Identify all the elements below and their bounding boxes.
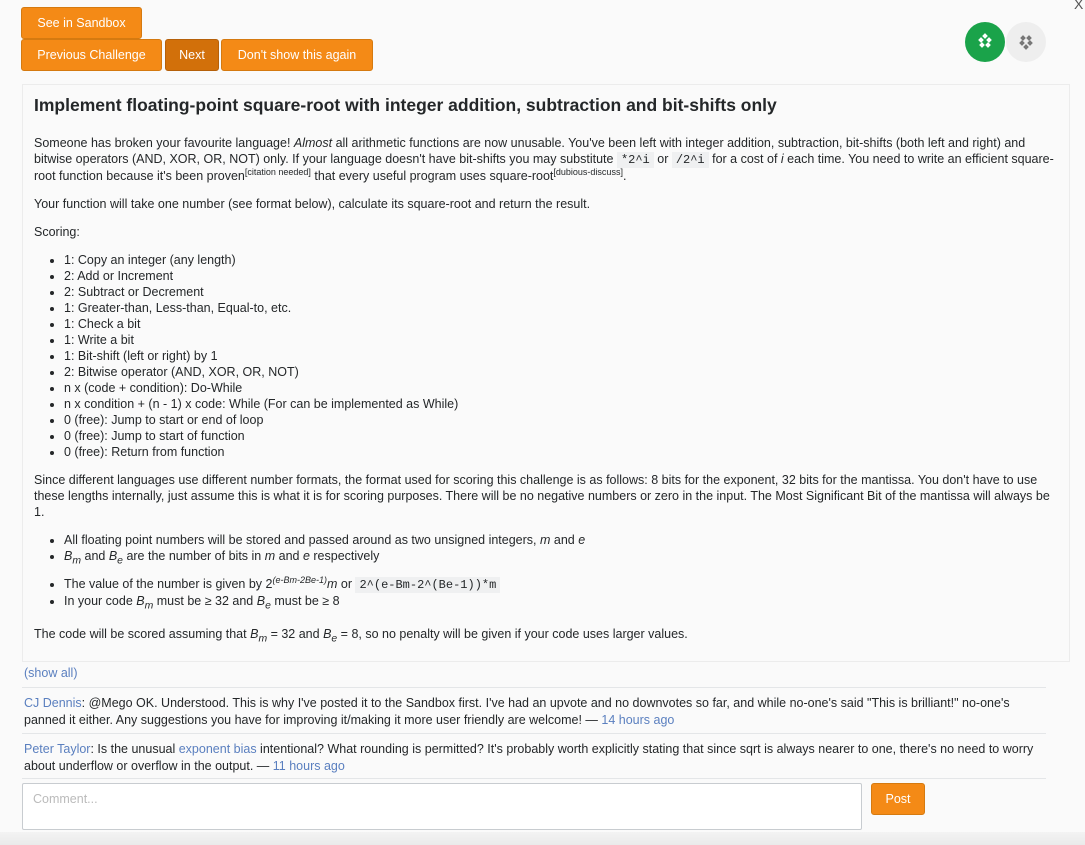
list-item: 1: Copy an integer (any length) [64, 252, 1058, 268]
list-item: 1: Bit-shift (left or right) by 1 [64, 348, 1058, 364]
comment: CJ Dennis: @Mego OK. Understood. This is… [24, 696, 1010, 727]
list-item: 2: Subtract or Decrement [64, 284, 1058, 300]
downvote-icon [1019, 35, 1033, 50]
citation-needed: [citation needed] [244, 166, 311, 177]
list-item: 0 (free): Return from function [64, 444, 1058, 460]
comment-user[interactable]: Peter Taylor [24, 742, 90, 756]
scoring-label: Scoring: [34, 225, 80, 239]
format-paragraph: Since different languages use different … [34, 473, 1050, 519]
bottom-shade [0, 832, 1085, 845]
upvote-icon [978, 33, 992, 48]
comment-time[interactable]: 11 hours ago [273, 759, 345, 773]
list-item: 1: Check a bit [64, 316, 1058, 332]
comment-user[interactable]: CJ Dennis [24, 696, 82, 710]
list-item: Bm and Be are the number of bits in m an… [64, 548, 1058, 570]
post-comment-button[interactable]: Post [871, 783, 925, 815]
divider [22, 778, 1046, 779]
list-item: 1: Write a bit [64, 332, 1058, 348]
list-item: 2: Add or Increment [64, 268, 1058, 284]
code-divide: /2^i [671, 152, 709, 168]
intro-paragraph: Someone has broken your favourite langua… [34, 136, 1054, 183]
list-item: n x condition + (n - 1) x code: While (F… [64, 396, 1058, 412]
format-list: All floating point numbers will be store… [34, 532, 1058, 614]
list-item: 0 (free): Jump to start or end of loop [64, 412, 1058, 428]
downvote-button[interactable] [1006, 22, 1046, 62]
close-icon[interactable]: X [1074, 0, 1083, 12]
dont-show-again-button[interactable]: Don't show this again [221, 39, 373, 71]
comment: Peter Taylor: Is the unusual exponent bi… [24, 742, 1034, 773]
dubious-discuss: [dubious-discuss] [553, 166, 623, 177]
challenge-panel: Implement floating-point square-root wit… [22, 84, 1070, 662]
list-item: The value of the number is given by 2(e-… [64, 574, 1058, 593]
show-all-link[interactable]: (show all) [24, 666, 78, 680]
list-item: All floating point numbers will be store… [64, 532, 1058, 548]
comment-time[interactable]: 14 hours ago [601, 713, 674, 727]
challenge-body: Someone has broken your favourite langua… [34, 135, 1058, 660]
function-description: Your function will take one number (see … [34, 197, 591, 211]
list-item: 1: Greater-than, Less-than, Equal-to, et… [64, 300, 1058, 316]
list-item: 0 (free): Jump to start of function [64, 428, 1058, 444]
scoring-list: 1: Copy an integer (any length) 2: Add o… [34, 252, 1058, 460]
challenge-title: Implement floating-point square-root wit… [34, 95, 777, 115]
previous-challenge-button[interactable]: Previous Challenge [21, 39, 162, 71]
exponent-formula: (e-Bm-2Be-1) [272, 574, 327, 585]
code-formula: 2^(e-Bm-2^(Be-1))*m [355, 576, 501, 593]
code-multiply: *2^i [616, 152, 654, 168]
see-in-sandbox-button[interactable]: See in Sandbox [21, 7, 142, 39]
exponent-bias-link[interactable]: exponent bias [179, 742, 257, 756]
final-paragraph: The code will be scored assuming that Bm… [34, 627, 688, 645]
divider [22, 733, 1046, 734]
list-item: n x (code + condition): Do-While [64, 380, 1058, 396]
next-button[interactable]: Next [165, 39, 219, 71]
list-item: 2: Bitwise operator (AND, XOR, OR, NOT) [64, 364, 1058, 380]
comment-input[interactable] [22, 783, 862, 830]
divider [22, 687, 1046, 688]
list-item: In your code Bm must be ≥ 32 and Be must… [64, 593, 1058, 615]
upvote-button[interactable] [965, 22, 1005, 62]
